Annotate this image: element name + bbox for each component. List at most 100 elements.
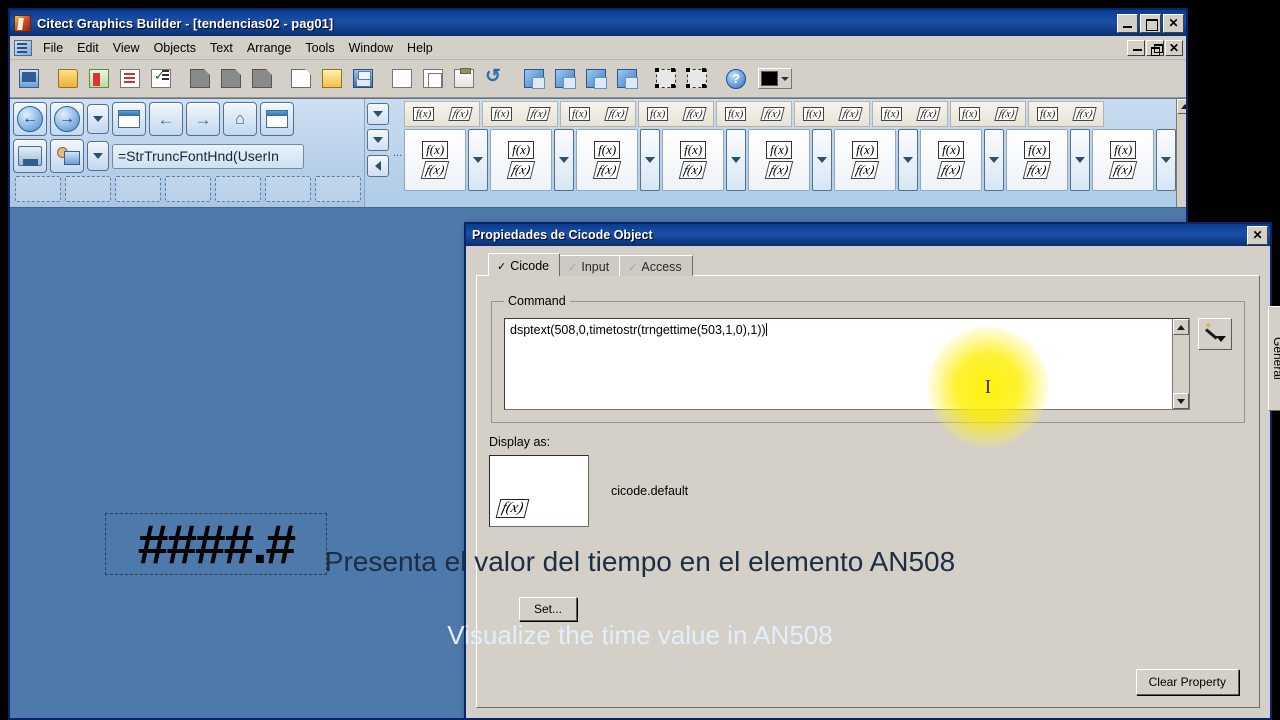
cut-pages-button[interactable] <box>185 63 215 94</box>
new-project-button[interactable] <box>14 63 44 94</box>
empty-slot[interactable] <box>315 176 361 202</box>
fx-small-button[interactable]: f(x) f(x) <box>950 101 1027 127</box>
print-button[interactable] <box>13 139 47 173</box>
paste-pages-button[interactable] <box>247 63 277 94</box>
menu-text[interactable]: Text <box>203 38 240 58</box>
fx-dropdown-button[interactable] <box>1070 129 1091 191</box>
fx-large-button[interactable]: f(x) f(x) <box>748 129 811 191</box>
empty-slot[interactable] <box>65 176 111 202</box>
fx-small-button[interactable]: f(x) f(x) <box>638 101 715 127</box>
cicode-wizard-button[interactable] <box>1198 318 1232 350</box>
general-side-tab[interactable]: General <box>1268 306 1280 411</box>
send-backward-button[interactable] <box>612 63 642 94</box>
menu-file[interactable]: File <box>36 38 70 58</box>
empty-slot[interactable] <box>115 176 161 202</box>
numeric-display-object[interactable]: ####.# <box>105 513 327 575</box>
menu-tools[interactable]: Tools <box>298 38 341 58</box>
mdi-close-button[interactable]: ✕ <box>1165 39 1183 56</box>
copy-button[interactable] <box>418 63 448 94</box>
menu-arrange[interactable]: Arrange <box>240 38 298 58</box>
page-properties-button[interactable] <box>115 63 145 94</box>
set-button[interactable]: Set... <box>519 597 577 621</box>
page-select-button[interactable] <box>112 102 146 136</box>
group-button[interactable] <box>651 63 681 94</box>
empty-slot[interactable] <box>15 176 61 202</box>
bring-forward-button[interactable] <box>581 63 611 94</box>
fx-small-button[interactable]: f(x) f(x) <box>1028 101 1105 127</box>
empty-slot[interactable] <box>215 176 261 202</box>
fx-large-button[interactable]: f(x) f(x) <box>1006 129 1069 191</box>
save-button[interactable] <box>348 63 378 94</box>
ungroup-button[interactable] <box>682 63 712 94</box>
new-page-button[interactable] <box>84 63 114 94</box>
cut-button[interactable] <box>387 63 417 94</box>
tab-cicode[interactable]: ✓ Cicode <box>488 253 561 276</box>
dialog-titlebar[interactable]: Propiedades de Cicode Object ✕ <box>466 224 1270 246</box>
empty-slot[interactable] <box>165 176 211 202</box>
open-file-button[interactable] <box>317 63 347 94</box>
new-file-button[interactable] <box>286 63 316 94</box>
menu-edit[interactable]: Edit <box>70 38 106 58</box>
display-preview-box[interactable]: f(x) <box>489 455 589 527</box>
home-page-button[interactable]: ⌂ <box>223 102 257 136</box>
minimize-button[interactable] <box>1117 13 1138 33</box>
empty-slot[interactable] <box>265 176 311 202</box>
fx-dropdown-button[interactable] <box>554 129 575 191</box>
menu-objects[interactable]: Objects <box>147 38 203 58</box>
fx-small-button[interactable]: f(x) f(x) <box>716 101 793 127</box>
clear-property-button[interactable]: Clear Property <box>1135 669 1239 695</box>
fx-dropdown-button[interactable] <box>468 129 489 191</box>
paste-button[interactable] <box>449 63 479 94</box>
task-list-button[interactable] <box>146 63 176 94</box>
send-to-back-button[interactable] <box>550 63 580 94</box>
copy-pages-button[interactable] <box>216 63 246 94</box>
window-titlebar[interactable]: Citect Graphics Builder - [tendencias02 … <box>10 10 1186 36</box>
fx-dropdown-button[interactable] <box>726 129 747 191</box>
undo-button[interactable] <box>480 63 510 94</box>
close-button[interactable]: ✕ <box>1163 13 1184 33</box>
overflow-down-button-2[interactable] <box>367 129 389 151</box>
command-scroll-down-button[interactable] <box>1173 393 1189 409</box>
maximize-button[interactable] <box>1140 13 1161 33</box>
menu-view[interactable]: View <box>106 38 147 58</box>
overflow-left-button[interactable] <box>367 155 389 177</box>
forward-button[interactable]: → <box>50 102 84 136</box>
fx-large-button[interactable]: f(x) f(x) <box>834 129 897 191</box>
fx-small-button[interactable]: f(x) f(x) <box>794 101 871 127</box>
fx-small-button[interactable]: f(x) f(x) <box>872 101 949 127</box>
fx-small-button[interactable]: f(x) f(x) <box>560 101 637 127</box>
bring-to-front-button[interactable] <box>519 63 549 94</box>
fx-large-button[interactable]: f(x) f(x) <box>1092 129 1155 191</box>
command-text[interactable]: dsptext(508,0,timetostr(trngettime(503,1… <box>505 319 1172 409</box>
fx-dropdown-button[interactable] <box>640 129 661 191</box>
next-page-button[interactable]: → <box>186 102 220 136</box>
user-login-button[interactable] <box>50 139 84 173</box>
menu-help[interactable]: Help <box>400 38 440 58</box>
fx-large-button[interactable]: f(x) f(x) <box>662 129 725 191</box>
fill-color-picker[interactable] <box>758 68 792 89</box>
fx-dropdown-button[interactable] <box>1156 129 1177 191</box>
nav-dropdown-button[interactable] <box>87 104 109 134</box>
fx-large-button[interactable]: f(x) f(x) <box>404 129 467 191</box>
fx-small-button[interactable]: f(x) f(x) <box>404 101 481 127</box>
open-folder-button[interactable] <box>53 63 83 94</box>
fx-dropdown-button[interactable] <box>812 129 833 191</box>
back-button[interactable]: ← <box>13 102 47 136</box>
window-page-button[interactable] <box>260 102 294 136</box>
fx-dropdown-button[interactable] <box>898 129 919 191</box>
tab-access[interactable]: ✓ Access <box>619 255 693 276</box>
fx-large-button[interactable]: f(x) f(x) <box>576 129 639 191</box>
overflow-down-button[interactable] <box>367 103 389 125</box>
menu-window[interactable]: Window <box>342 38 400 58</box>
object-toolbar-scrollbar[interactable] <box>1176 99 1186 207</box>
fx-small-button[interactable]: f(x) f(x) <box>482 101 559 127</box>
dialog-close-button[interactable]: ✕ <box>1247 225 1268 245</box>
previous-page-button[interactable]: ← <box>149 102 183 136</box>
fx-large-button[interactable]: f(x) f(x) <box>920 129 983 191</box>
fx-dropdown-button[interactable] <box>984 129 1005 191</box>
scroll-up-button[interactable] <box>1177 99 1186 114</box>
fx-large-button[interactable]: f(x) f(x) <box>490 129 553 191</box>
command-input[interactable]: dsptext(508,0,timetostr(trngettime(503,1… <box>504 318 1190 410</box>
mdi-minimize-button[interactable] <box>1127 39 1145 56</box>
help-button[interactable]: ? <box>721 63 751 94</box>
